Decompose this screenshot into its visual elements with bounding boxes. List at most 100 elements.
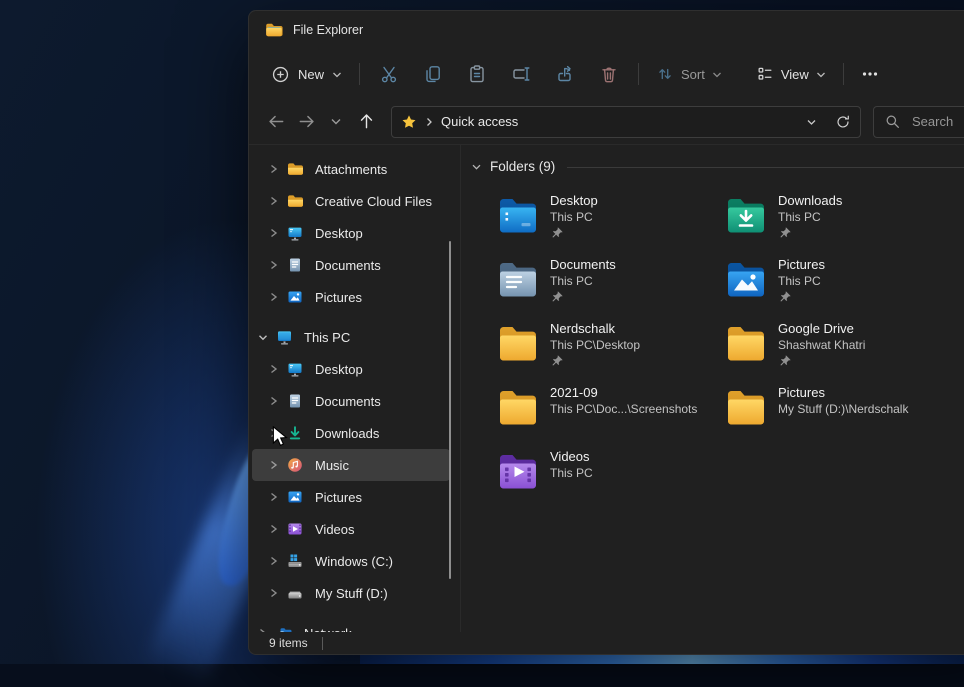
sidebar-item-label: This PC xyxy=(304,330,350,345)
cut-button[interactable] xyxy=(367,57,411,91)
window-body: Attachments Creative Cloud Files Desktop xyxy=(249,144,964,632)
window-title: File Explorer xyxy=(293,23,363,37)
chevron-right-icon[interactable] xyxy=(269,588,287,598)
up-arrow-icon xyxy=(357,112,376,131)
chevron-right-icon[interactable] xyxy=(269,428,287,438)
address-bar[interactable]: Quick access xyxy=(391,106,861,138)
folder-tile-2021-09[interactable]: 2021-09 This PC\Doc...\Screenshots xyxy=(497,385,725,449)
chevron-right-icon[interactable] xyxy=(269,492,287,502)
item-count: 9 items xyxy=(269,636,308,650)
forward-button[interactable] xyxy=(291,107,321,137)
new-button[interactable]: New xyxy=(261,57,352,91)
chevron-right-icon[interactable] xyxy=(269,364,287,374)
back-button[interactable] xyxy=(261,107,291,137)
chevron-down-icon[interactable] xyxy=(258,333,276,342)
navigation-pane: Attachments Creative Cloud Files Desktop xyxy=(249,145,461,632)
desktop-icon xyxy=(287,225,304,241)
chevron-right-icon[interactable] xyxy=(269,396,287,406)
folder-tile-pictures[interactable]: Pictures This PC xyxy=(725,257,953,321)
rename-button[interactable] xyxy=(499,57,543,91)
group-divider-line xyxy=(567,167,964,168)
share-button[interactable] xyxy=(543,57,587,91)
breadcrumb-location[interactable]: Quick access xyxy=(441,114,518,129)
chevron-right-icon[interactable] xyxy=(269,260,287,270)
folders-group-header[interactable]: Folders (9) xyxy=(461,159,964,174)
chevron-right-icon[interactable] xyxy=(269,292,287,302)
folder-tile-pictures-d[interactable]: Pictures My Stuff (D:)\Nerdschalk xyxy=(725,385,953,449)
folder-tile-desktop[interactable]: Desktop This PC xyxy=(497,193,725,257)
plus-circle-icon xyxy=(271,65,290,84)
sidebar-item-documents[interactable]: Documents xyxy=(252,249,450,281)
folder-tile-documents[interactable]: Documents This PC xyxy=(497,257,725,321)
toolbar-divider xyxy=(359,63,360,85)
folder-tile-nerdschalk[interactable]: Nerdschalk This PC\Desktop xyxy=(497,321,725,385)
sidebar-item-this-pc[interactable]: This PC xyxy=(252,321,450,353)
sidebar-item-videos[interactable]: Videos xyxy=(252,513,450,545)
pin-icon xyxy=(550,291,616,304)
content-pane: Folders (9) Desktop This PC xyxy=(461,145,964,632)
tile-location: This PC xyxy=(550,273,616,289)
copy-button[interactable] xyxy=(411,57,455,91)
sidebar-item-creative-cloud-files[interactable]: Creative Cloud Files xyxy=(252,185,450,217)
sort-button[interactable]: Sort xyxy=(646,57,732,91)
chevron-right-icon[interactable] xyxy=(269,460,287,470)
rename-icon xyxy=(511,64,531,84)
sidebar-item-pc-desktop[interactable]: Desktop xyxy=(252,353,450,385)
pin-icon xyxy=(778,355,865,368)
sidebar-item-downloads[interactable]: Downloads xyxy=(252,417,450,449)
view-button[interactable]: View xyxy=(746,57,836,91)
sidebar-item-label: Documents xyxy=(315,394,381,409)
chevron-right-icon[interactable] xyxy=(258,628,276,632)
sidebar-item-network[interactable]: Network xyxy=(252,617,450,632)
sidebar-item-desktop[interactable]: Desktop xyxy=(252,217,450,249)
sidebar-item-label: Pictures xyxy=(315,490,362,505)
chevron-right-icon[interactable] xyxy=(269,164,287,174)
folder-icon xyxy=(497,321,539,365)
chevron-down-icon xyxy=(332,70,342,79)
tile-name: Nerdschalk xyxy=(550,321,640,337)
sidebar-item-my-stuff-d[interactable]: My Stuff (D:) xyxy=(252,577,450,609)
address-dropdown-icon[interactable] xyxy=(806,117,817,127)
navigation-bar: Quick access xyxy=(249,99,964,144)
paste-button[interactable] xyxy=(455,57,499,91)
chevron-right-icon[interactable] xyxy=(269,524,287,534)
folder-tile-videos[interactable]: Videos This PC xyxy=(497,449,725,513)
more-options-button[interactable] xyxy=(851,57,889,91)
refresh-button[interactable] xyxy=(835,114,851,130)
sidebar-item-attachments[interactable]: Attachments xyxy=(252,153,450,185)
search-icon xyxy=(885,114,900,129)
chevron-right-icon[interactable] xyxy=(269,228,287,238)
pictures-icon xyxy=(287,489,304,505)
chevron-right-icon[interactable] xyxy=(269,196,287,206)
title-bar[interactable]: File Explorer xyxy=(249,11,964,49)
delete-button[interactable] xyxy=(587,57,631,91)
pictures-folder-icon xyxy=(725,257,767,301)
chevron-right-icon[interactable] xyxy=(269,556,287,566)
sort-arrows-icon xyxy=(656,65,674,83)
sidebar-item-pictures[interactable]: Pictures xyxy=(252,281,450,313)
up-button[interactable] xyxy=(351,107,381,137)
folder-icon xyxy=(287,161,304,177)
sidebar-item-label: Videos xyxy=(315,522,355,537)
breadcrumb-chevron-icon xyxy=(425,117,433,127)
sidebar-scrollbar[interactable] xyxy=(449,241,451,579)
sidebar-item-windows-c[interactable]: Windows (C:) xyxy=(252,545,450,577)
view-button-label: View xyxy=(781,67,809,82)
sidebar-item-pc-documents[interactable]: Documents xyxy=(252,385,450,417)
search-input[interactable] xyxy=(910,113,964,130)
sidebar-item-label: Pictures xyxy=(315,290,362,305)
sidebar-item-label: Desktop xyxy=(315,362,363,377)
new-button-label: New xyxy=(298,67,324,82)
folder-tile-downloads[interactable]: Downloads This PC xyxy=(725,193,953,257)
folder-tile-google-drive[interactable]: Google Drive Shashwat Khatri xyxy=(725,321,953,385)
sidebar-item-label: Downloads xyxy=(315,426,379,441)
tile-location: My Stuff (D:)\Nerdschalk xyxy=(778,401,908,417)
tile-name: Downloads xyxy=(778,193,842,209)
sidebar-item-music[interactable]: Music xyxy=(252,449,450,481)
search-box[interactable] xyxy=(873,106,964,138)
chevron-down-icon[interactable] xyxy=(471,162,482,172)
tile-location: This PC xyxy=(778,273,825,289)
recent-locations-button[interactable] xyxy=(321,107,351,137)
sidebar-item-pc-pictures[interactable]: Pictures xyxy=(252,481,450,513)
tile-location: This PC\Desktop xyxy=(550,337,640,353)
